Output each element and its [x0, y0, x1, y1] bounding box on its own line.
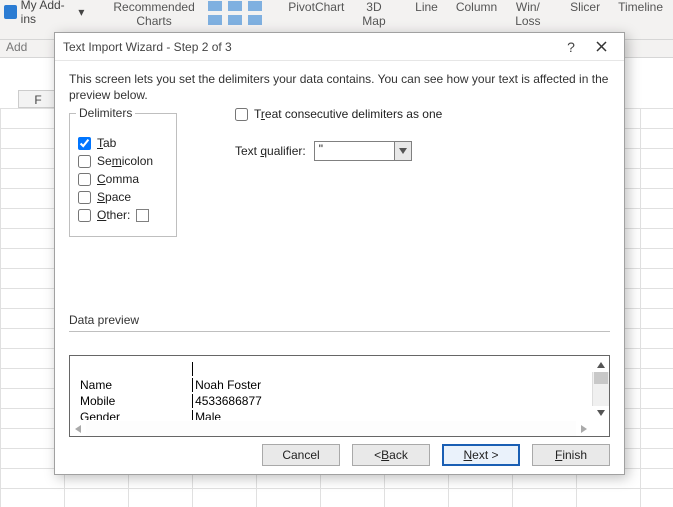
- delimiter-comma-input[interactable]: [78, 173, 91, 186]
- column-header-f[interactable]: F: [18, 90, 58, 108]
- dialog-titlebar: Text Import Wizard - Step 2 of 3 ?: [55, 33, 624, 61]
- dropdown-icon: ▾: [78, 5, 84, 19]
- chevron-left-icon: [75, 425, 81, 433]
- addins-icon: [4, 5, 17, 19]
- delimiter-options: Treat consecutive delimiters as one Text…: [235, 103, 442, 161]
- dialog-button-row: Cancel < Back Next > Finish: [55, 444, 624, 466]
- delimiter-space-checkbox[interactable]: Space: [78, 190, 168, 204]
- divider: [69, 331, 610, 332]
- scroll-left-button[interactable]: [70, 421, 86, 436]
- preview-horizontal-scrollbar[interactable]: [70, 421, 592, 436]
- delimiter-semicolon-input[interactable]: [78, 155, 91, 168]
- text-qualifier-value[interactable]: ": [314, 141, 394, 161]
- next-button[interactable]: Next >: [442, 444, 520, 466]
- chart-type-icon: [248, 15, 262, 25]
- delimiter-comma-checkbox[interactable]: Comma: [78, 172, 168, 186]
- text-qualifier-label: Text qualifier:: [235, 144, 306, 158]
- delimiter-tab-checkbox[interactable]: Tab: [78, 136, 168, 150]
- my-addins-label: My Add-ins: [21, 0, 75, 26]
- delimiter-semicolon-checkbox[interactable]: Semicolon: [78, 154, 168, 168]
- delimiters-legend: Delimiters: [76, 106, 135, 120]
- chart-type-icon: [248, 1, 262, 11]
- text-import-wizard-dialog: Text Import Wizard - Step 2 of 3 ? This …: [54, 32, 625, 475]
- delimiter-space-input[interactable]: [78, 191, 91, 204]
- chart-type-gallery[interactable]: [207, 0, 265, 26]
- treat-consecutive-input[interactable]: [235, 108, 248, 121]
- data-preview-box: Name Noah FosterMobile 4533686877Gender …: [69, 355, 610, 437]
- timeline-button[interactable]: Timeline: [612, 0, 669, 16]
- cancel-button[interactable]: Cancel: [262, 444, 340, 466]
- finish-button[interactable]: Finish: [532, 444, 610, 466]
- chart-type-icon: [208, 15, 222, 25]
- chevron-down-icon: [399, 148, 407, 154]
- scroll-track[interactable]: [592, 372, 609, 406]
- scroll-right-button[interactable]: [576, 421, 592, 436]
- text-qualifier-dropdown-button[interactable]: [394, 141, 412, 161]
- chart-type-icon: [228, 1, 242, 11]
- sparkline-winloss-button[interactable]: Win/ Loss: [509, 0, 546, 30]
- chevron-down-icon: [597, 410, 605, 416]
- text-qualifier-combo[interactable]: ": [314, 141, 412, 161]
- delimiter-other-checkbox[interactable]: Other:: [78, 208, 168, 222]
- recommended-charts-button[interactable]: Recommended Charts: [107, 0, 200, 30]
- chart-type-icon: [208, 1, 222, 11]
- delimiters-group: Delimiters Tab Semicolon Comma Space Oth…: [69, 113, 177, 237]
- chevron-right-icon: [581, 425, 587, 433]
- 3d-map-button[interactable]: 3D Map: [356, 0, 391, 30]
- close-button[interactable]: [586, 39, 616, 55]
- scroll-up-button[interactable]: [592, 358, 609, 372]
- preview-table: Name Noah FosterMobile 4533686877Gender …: [72, 358, 274, 420]
- data-preview-label: Data preview: [69, 313, 139, 327]
- sparkline-line-button[interactable]: Line: [409, 0, 444, 16]
- my-addins-button[interactable]: My Add-ins ▾: [4, 0, 84, 26]
- pivotchart-button[interactable]: PivotChart: [282, 0, 350, 16]
- delimiter-tab-input[interactable]: [78, 137, 91, 150]
- preview-vertical-scrollbar[interactable]: [592, 358, 609, 420]
- scroll-track-h[interactable]: [86, 421, 576, 436]
- back-button[interactable]: < Back: [352, 444, 430, 466]
- data-preview-content[interactable]: Name Noah FosterMobile 4533686877Gender …: [72, 358, 589, 420]
- slicer-button[interactable]: Slicer: [564, 0, 606, 16]
- delimiter-other-text[interactable]: [136, 209, 149, 222]
- dialog-description: This screen lets you set the delimiters …: [69, 71, 610, 103]
- scroll-thumb[interactable]: [594, 372, 608, 384]
- dialog-title: Text Import Wizard - Step 2 of 3: [63, 40, 556, 54]
- chart-type-icon: [228, 15, 242, 25]
- help-button[interactable]: ?: [556, 39, 586, 55]
- scroll-down-button[interactable]: [592, 406, 609, 420]
- sparkline-column-button[interactable]: Column: [450, 0, 503, 16]
- delimiter-other-input[interactable]: [78, 209, 91, 222]
- treat-consecutive-checkbox[interactable]: Treat consecutive delimiters as one: [235, 107, 442, 121]
- close-icon: [596, 41, 607, 52]
- chevron-up-icon: [597, 362, 605, 368]
